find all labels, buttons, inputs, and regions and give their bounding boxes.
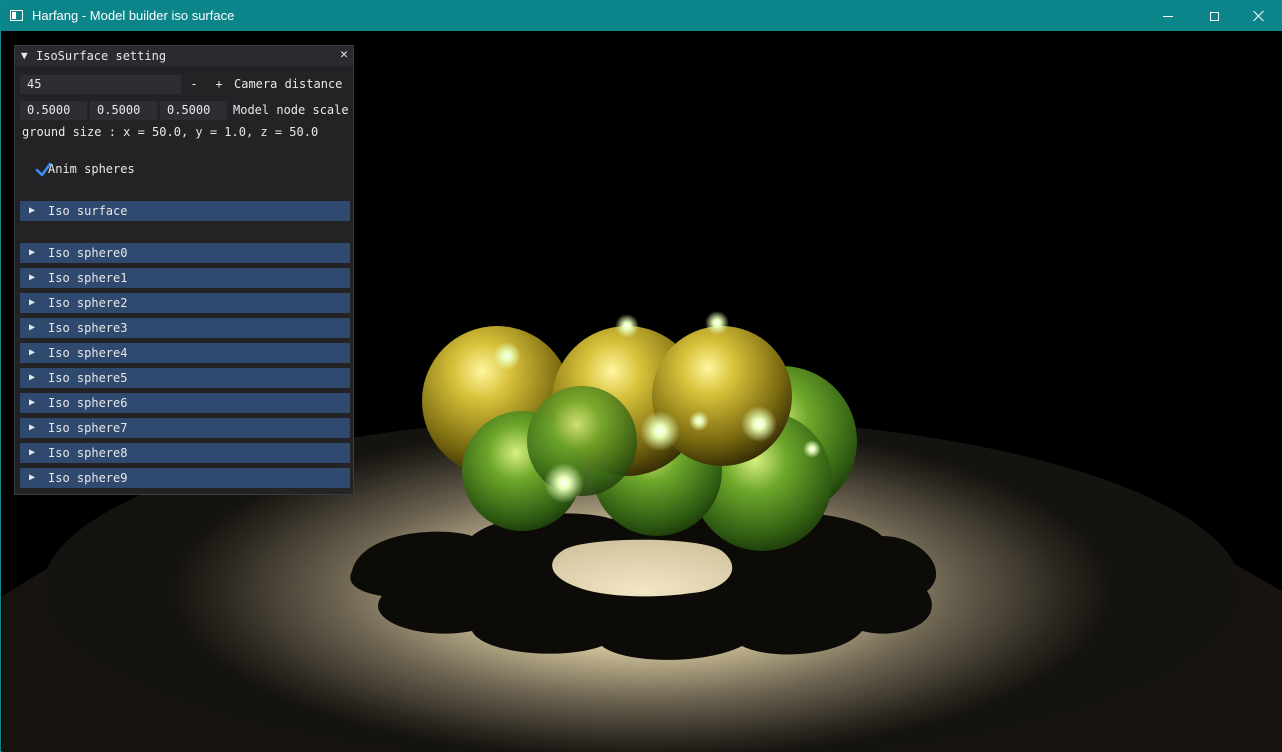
tree-iso-sphere-3[interactable]: ▶ Iso sphere3 [20,318,350,338]
anim-spheres-label: Anim spheres [48,162,135,176]
tree-iso-sphere-9[interactable]: ▶ Iso sphere9 [20,468,350,488]
app-window-icon [10,10,23,21]
ground-size-text: ground size : x = 50.0, y = 1.0, z = 50.… [22,125,319,139]
tree-label: Iso sphere6 [48,396,128,410]
triangle-right-icon: ▶ [29,472,36,483]
camera-distance-input[interactable]: 45 [20,75,181,94]
tree-iso-sphere-2[interactable]: ▶ Iso sphere2 [20,293,350,313]
panel-header[interactable]: ▼ IsoSurface setting ✕ [15,46,353,66]
close-icon [1253,10,1265,22]
triangle-right-icon: ▶ [29,272,36,283]
triangle-right-icon: ▶ [29,205,36,216]
tree-label: Iso sphere7 [48,421,128,435]
triangle-right-icon: ▶ [29,422,36,433]
highlight [689,411,709,431]
camera-distance-minus-button[interactable]: - [183,75,205,94]
triangle-right-icon: ▶ [29,322,36,333]
highlight [705,311,729,335]
tree-label: Iso sphere2 [48,296,128,310]
tree-label: Iso sphere0 [48,246,128,260]
window-title: Harfang - Model builder iso surface [32,8,235,23]
tree-label: Iso sphere9 [48,471,128,485]
panel-title: IsoSurface setting [36,49,167,63]
triangle-right-icon: ▶ [29,247,36,258]
close-window-button[interactable] [1236,1,1282,31]
triangle-right-icon: ▶ [29,347,36,358]
app-window: Harfang - Model builder iso surface ▼ Is… [0,0,1282,752]
maximize-button[interactable] [1191,1,1237,31]
highlight [544,463,584,503]
isosurface-settings-panel[interactable]: ▼ IsoSurface setting ✕ 45 - + Camera dis… [14,45,354,495]
close-icon[interactable]: ✕ [337,48,351,62]
scale-y-input[interactable]: 0.5000 [90,101,157,120]
tree-label: Iso surface [48,204,128,218]
tree-iso-sphere-4[interactable]: ▶ Iso sphere4 [20,343,350,363]
camera-distance-plus-button[interactable]: + [208,75,230,94]
camera-distance-label: Camera distance [234,77,343,91]
tree-iso-surface[interactable]: ▶ Iso surface [20,201,350,221]
minimize-button[interactable] [1145,1,1191,31]
triangle-right-icon: ▶ [29,447,36,458]
triangle-right-icon: ▶ [29,372,36,383]
triangle-right-icon: ▶ [29,297,36,308]
highlight [640,411,680,451]
tree-iso-sphere-5[interactable]: ▶ Iso sphere5 [20,368,350,388]
highlight [803,440,821,458]
title-bar[interactable]: Harfang - Model builder iso surface [1,1,1281,31]
highlight [741,406,777,442]
maximize-icon [1209,11,1219,21]
triangle-down-icon[interactable]: ▼ [21,49,28,62]
scale-z-input[interactable]: 0.5000 [160,101,227,120]
scale-x-input[interactable]: 0.5000 [20,101,87,120]
tree-label: Iso sphere4 [48,346,128,360]
tree-label: Iso sphere3 [48,321,128,335]
highlight [615,314,639,338]
model-node-scale-label: Model node scale [233,103,349,117]
tree-label: Iso sphere1 [48,271,128,285]
tree-label: Iso sphere5 [48,371,128,385]
tree-iso-sphere-0[interactable]: ▶ Iso sphere0 [20,243,350,263]
tree-iso-sphere-1[interactable]: ▶ Iso sphere1 [20,268,350,288]
triangle-right-icon: ▶ [29,397,36,408]
highlight [493,342,521,370]
tree-iso-sphere-8[interactable]: ▶ Iso sphere8 [20,443,350,463]
minimize-icon [1163,15,1173,17]
tree-label: Iso sphere8 [48,446,128,460]
tree-iso-sphere-6[interactable]: ▶ Iso sphere6 [20,393,350,413]
tree-iso-sphere-7[interactable]: ▶ Iso sphere7 [20,418,350,438]
